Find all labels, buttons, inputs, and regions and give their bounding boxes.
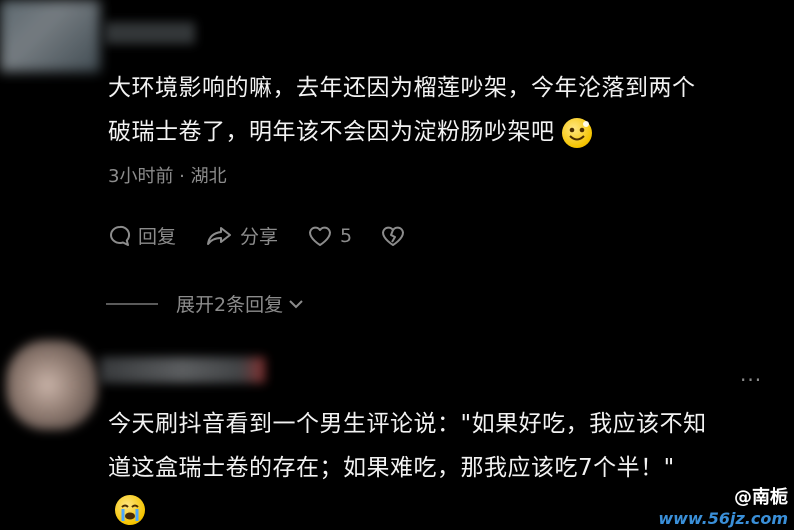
- username[interactable]: [100, 357, 265, 383]
- share-icon: [207, 226, 232, 245]
- more-options-button[interactable]: ···: [740, 368, 762, 392]
- comment-body: 今天刷抖音看到一个男生评论说："如果好吃，我应该不知 道这盒瑞士卷的存在；如果难…: [108, 402, 788, 490]
- avatar[interactable]: [0, 0, 100, 72]
- crying-emoji-icon: [115, 495, 145, 525]
- comment-actions: 回复 分享 5: [108, 222, 440, 249]
- username[interactable]: [105, 22, 195, 44]
- avatar[interactable]: [6, 340, 98, 430]
- watermark: @南栀 www.56jz.com: [658, 483, 788, 528]
- divider: [106, 302, 158, 305]
- dislike-button[interactable]: [380, 224, 412, 248]
- comment-body: 大环境影响的嘛，去年还因为榴莲吵架，今年沦落到两个 破瑞士卷了，明年该不会因为淀…: [108, 66, 788, 154]
- like-count: 5: [340, 224, 353, 247]
- like-button[interactable]: 5: [306, 224, 352, 248]
- comment-line: 今天刷抖音看到一个男生评论说："如果好吃，我应该不知: [108, 411, 707, 437]
- comment-line: 破瑞士卷了，明年该不会因为淀粉肠吵架吧: [108, 110, 788, 154]
- broken-heart-icon: [382, 226, 405, 246]
- expand-replies-button[interactable]: 展开2条回复: [106, 290, 305, 317]
- heart-icon: [309, 226, 332, 246]
- reply-button[interactable]: 回复: [108, 222, 176, 249]
- comment-line: 大环境影响的嘛，去年还因为榴莲吵架，今年沦落到两个: [108, 75, 696, 101]
- watermark-url: www.56jz.com: [658, 509, 788, 528]
- comment-meta: 3小时前 · 湖北: [108, 166, 227, 187]
- reply-icon: [110, 225, 131, 246]
- grin-emoji-icon: [562, 117, 593, 148]
- watermark-brand: @南栀: [734, 487, 788, 508]
- chevron-down-icon: [289, 299, 303, 308]
- share-button[interactable]: 分享: [204, 222, 278, 249]
